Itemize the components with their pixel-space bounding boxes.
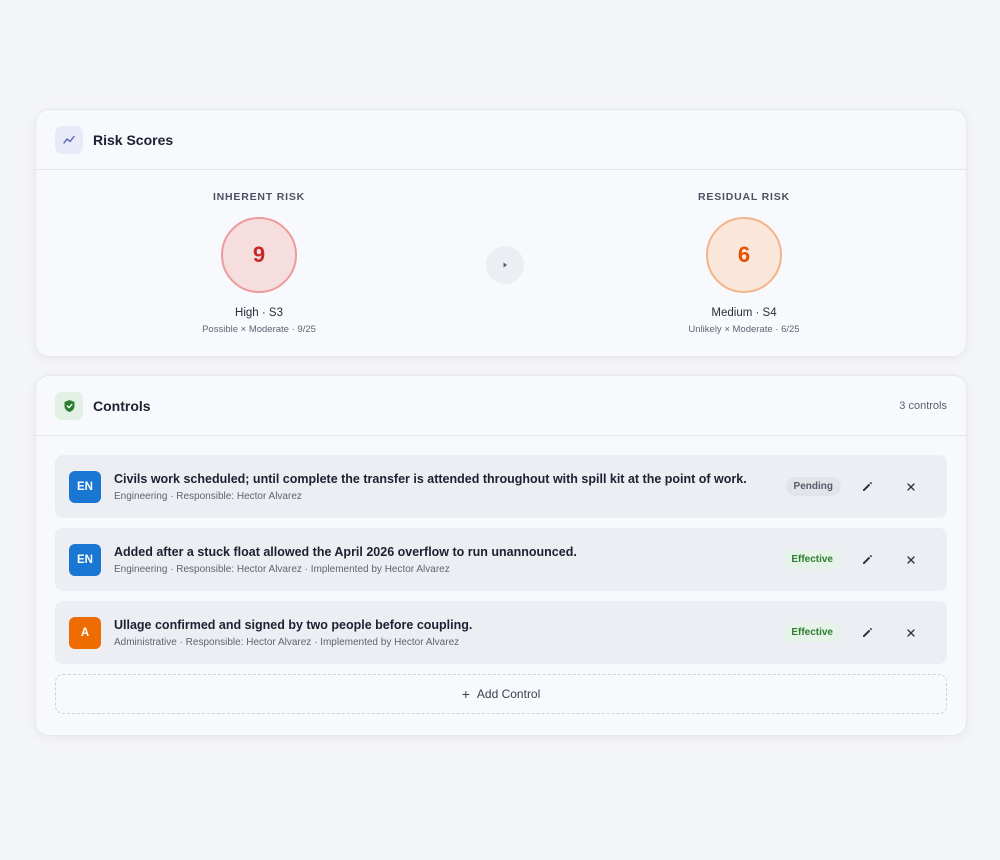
control-meta: Engineering · Responsible: Hector Alvare…: [114, 563, 450, 575]
add-control-label: Add Control: [476, 687, 541, 701]
inherent-risk-level: High · S3: [235, 307, 283, 319]
residual-risk-label: RESIDUAL RISK: [698, 191, 790, 203]
control-meta: Engineering · Responsible: Hector Alvare…: [114, 490, 302, 502]
status-badge: Pending: [785, 477, 841, 496]
inherent-risk: INHERENT RISK 9 High · S3 Possible × Mod…: [109, 170, 409, 335]
control-type-avatar: EN: [69, 543, 101, 576]
risk-scores-card: Risk Scores INHERENT RISK 9 High · S3 Po…: [35, 109, 967, 357]
controls-count: 3 controls: [899, 399, 947, 412]
control-text: Added after a stuck float allowed the Ap…: [114, 545, 773, 575]
residual-risk-score: 6: [706, 217, 782, 293]
close-icon[interactable]: [899, 548, 923, 572]
risk-scores-title: Risk Scores: [93, 131, 174, 148]
risk-scores-body: INHERENT RISK 9 High · S3 Possible × Mod…: [36, 170, 966, 357]
control-row[interactable]: A Ullage confirmed and signed by two peo…: [55, 601, 947, 664]
control-type-avatar: EN: [69, 470, 101, 503]
control-text: Ullage confirmed and signed by two peopl…: [114, 618, 773, 648]
pencil-icon[interactable]: [855, 475, 879, 499]
control-title: Civils work scheduled; until complete th…: [114, 471, 747, 486]
control-title: Added after a stuck float allowed the Ap…: [114, 544, 577, 559]
trend-line-icon: [55, 125, 83, 154]
status-badge: Effective: [783, 550, 841, 569]
residual-risk: RESIDUAL RISK 6 Medium · S4 Unlikely × M…: [594, 170, 894, 335]
inherent-risk-label: INHERENT RISK: [212, 191, 306, 203]
control-title: Ullage confirmed and signed by two peopl…: [114, 617, 473, 632]
risk-scores-header: Risk Scores: [36, 110, 966, 170]
status-badge: Effective: [783, 623, 841, 642]
pencil-icon[interactable]: [855, 621, 879, 645]
control-type-avatar: A: [69, 616, 101, 649]
close-icon[interactable]: [899, 621, 923, 645]
controls-header: Controls 3 controls: [36, 376, 966, 436]
control-row[interactable]: EN Added after a stuck float allowed the…: [55, 528, 947, 591]
plus-icon: +: [461, 686, 470, 702]
residual-risk-level: Medium · S4: [711, 307, 777, 319]
inherent-risk-score: 9: [221, 217, 297, 293]
control-row[interactable]: EN Civils work scheduled; until complete…: [55, 455, 947, 518]
add-control-button[interactable]: + Add Control: [55, 674, 947, 714]
residual-risk-detail: Unlikely × Moderate · 6/25: [688, 324, 800, 335]
inherent-risk-detail: Possible × Moderate · 9/25: [202, 324, 316, 335]
controls-card: Controls 3 controls EN Civils work sched…: [35, 375, 967, 736]
close-icon[interactable]: [899, 475, 923, 499]
controls-list: EN Civils work scheduled; until complete…: [36, 436, 966, 714]
shield-icon: [55, 391, 83, 420]
pencil-icon[interactable]: [855, 548, 879, 572]
controls-title: Controls: [93, 397, 151, 414]
play-arrow-icon: [486, 246, 524, 284]
control-meta: Administrative · Responsible: Hector Alv…: [114, 636, 460, 648]
control-text: Civils work scheduled; until complete th…: [114, 472, 776, 502]
